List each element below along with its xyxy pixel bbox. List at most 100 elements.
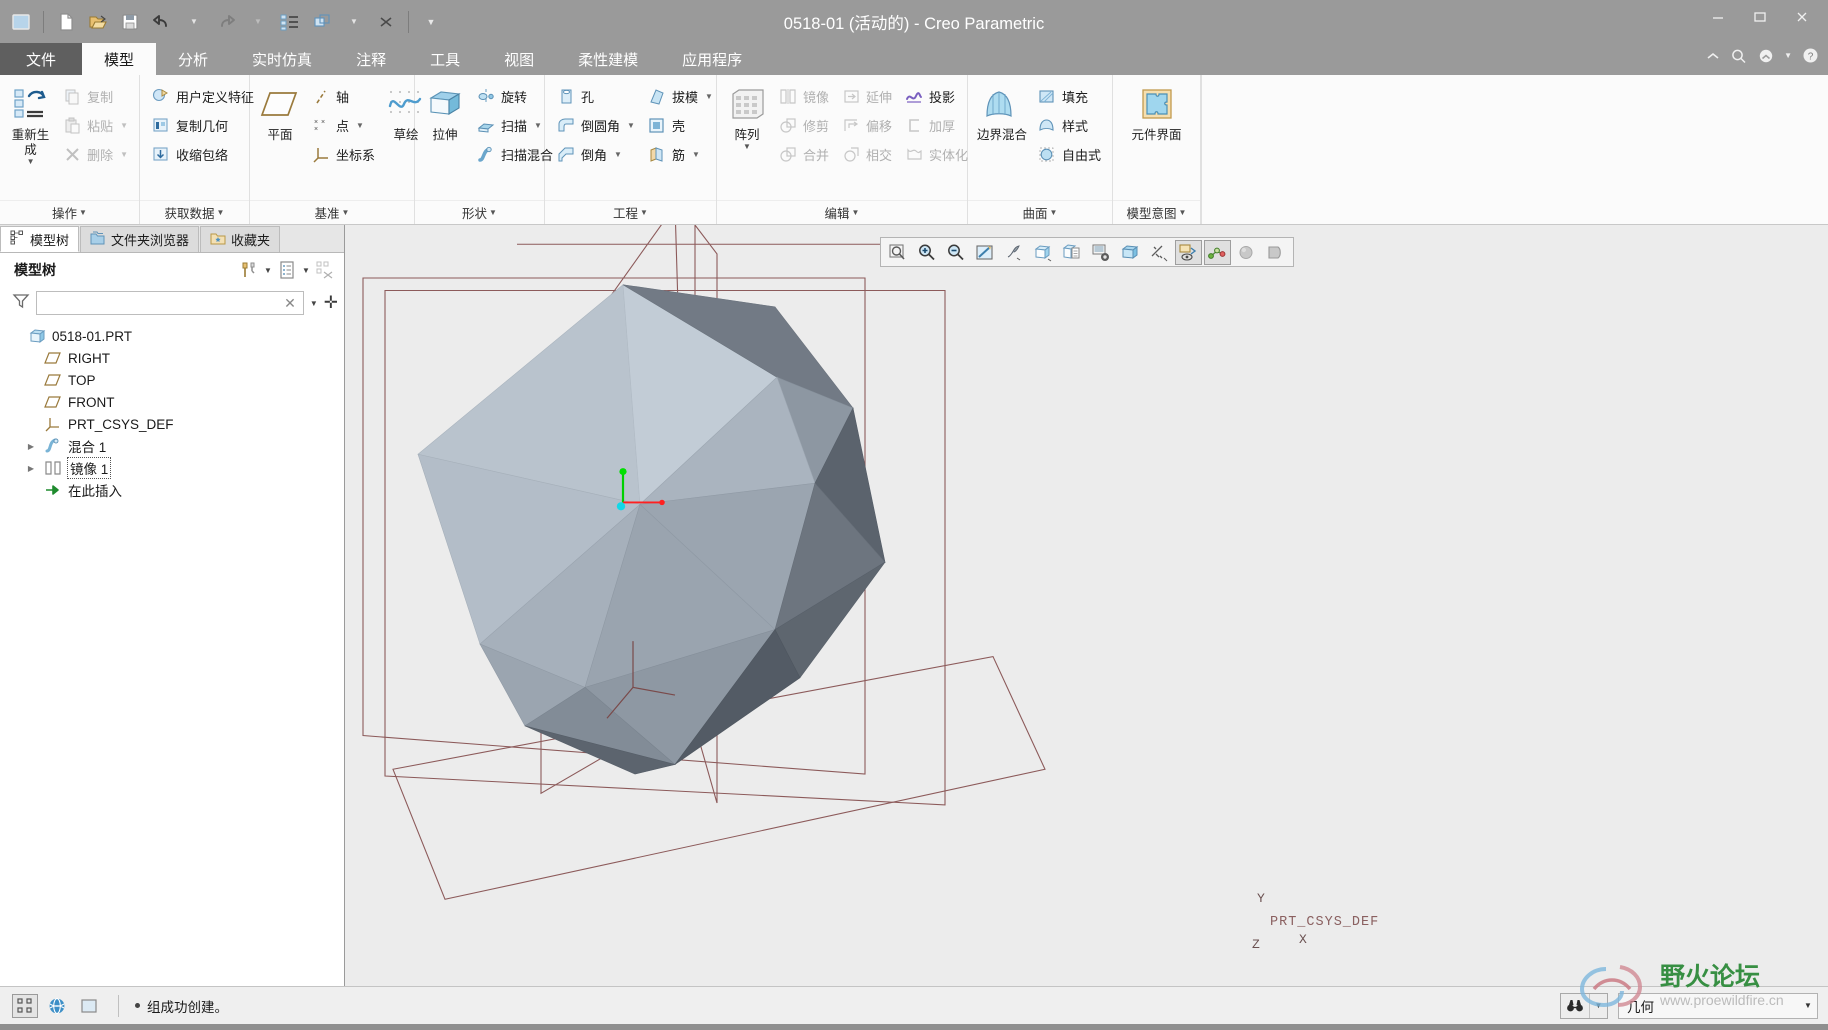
nav-tab-folder-browser[interactable]: 文件夹浏览器 bbox=[80, 226, 199, 252]
display-style-icon[interactable] bbox=[1117, 240, 1144, 265]
draft-button[interactable]: 拔模 ▼ bbox=[642, 82, 718, 110]
filter-add-icon[interactable]: ✛ bbox=[324, 297, 338, 309]
undo-icon[interactable] bbox=[147, 7, 177, 37]
model-3d-scene[interactable] bbox=[345, 225, 1828, 986]
close-button[interactable] bbox=[1782, 4, 1822, 30]
tab-flexible-modeling[interactable]: 柔性建模 bbox=[556, 43, 660, 75]
tree-row-insert-here[interactable]: 在此插入 bbox=[0, 479, 344, 501]
account-caret[interactable]: ▼ bbox=[1784, 51, 1792, 60]
account-icon[interactable] bbox=[1757, 48, 1775, 64]
style-button[interactable]: 样式 bbox=[1032, 111, 1106, 139]
udf-button[interactable]: 用户定义特征 bbox=[146, 82, 259, 110]
tree-row-csys[interactable]: PRT_CSYS_DEF bbox=[0, 413, 344, 435]
twisty[interactable]: ▶ bbox=[24, 442, 38, 451]
ribbon-group-shapes-label[interactable]: 形状 ▼ bbox=[415, 200, 544, 224]
extend-button[interactable]: 延伸 bbox=[836, 82, 897, 110]
undo-caret[interactable]: ▼ bbox=[179, 7, 209, 37]
rib-button[interactable]: 筋 ▼ bbox=[642, 140, 718, 168]
web-browser-icon[interactable] bbox=[44, 994, 70, 1018]
pattern-button[interactable]: 阵列 ▼ bbox=[723, 81, 771, 153]
hole-button[interactable]: 孔 bbox=[551, 82, 640, 110]
offset-button[interactable]: 偏移 bbox=[836, 111, 897, 139]
draft-dropdown-caret[interactable]: ▼ bbox=[705, 92, 713, 101]
group-expand-caret[interactable]: ▼ bbox=[79, 208, 87, 217]
delete-dropdown-caret[interactable]: ▼ bbox=[120, 150, 128, 159]
chamfer-dropdown-caret[interactable]: ▼ bbox=[614, 150, 622, 159]
paste-button[interactable]: 粘贴 ▼ bbox=[57, 111, 133, 139]
tab-live-simulation[interactable]: 实时仿真 bbox=[230, 43, 334, 75]
merge-button[interactable]: 合并 bbox=[773, 140, 834, 168]
ribbon-group-surfaces-label[interactable]: 曲面 ▼ bbox=[968, 200, 1112, 224]
paste-dropdown-caret[interactable]: ▼ bbox=[120, 121, 128, 130]
graphics-viewport[interactable]: Y PRT_CSYS_DEF X Z bbox=[345, 225, 1828, 986]
filter-caret[interactable]: ▼ bbox=[310, 299, 318, 308]
fill-button[interactable]: 填充 bbox=[1032, 82, 1106, 110]
ribbon-group-model-intent-label[interactable]: 模型意图 ▼ bbox=[1113, 200, 1200, 224]
spin-center-icon[interactable] bbox=[1001, 240, 1028, 265]
tab-view[interactable]: 视图 bbox=[482, 43, 556, 75]
tree-row-top-plane[interactable]: TOP bbox=[0, 369, 344, 391]
navigator-icon[interactable] bbox=[76, 994, 102, 1018]
chamfer-button[interactable]: 倒角 ▼ bbox=[551, 140, 640, 168]
binoculars-icon[interactable] bbox=[1561, 994, 1589, 1018]
datum-display-filters-icon[interactable] bbox=[1146, 240, 1173, 265]
tree-filter-input-wrapper[interactable]: ✕ bbox=[36, 291, 304, 315]
saved-views-icon[interactable] bbox=[1059, 240, 1086, 265]
app-icon[interactable] bbox=[6, 7, 36, 37]
selection-filter-dropdown[interactable]: 几何 ▼ bbox=[1618, 993, 1818, 1019]
selection-filter-icon[interactable] bbox=[12, 994, 38, 1018]
delete-button[interactable]: 删除 ▼ bbox=[57, 140, 133, 168]
tree-row-blend-feature[interactable]: ▶ 混合 1 bbox=[0, 435, 344, 457]
view-orientation-icon[interactable] bbox=[1030, 240, 1057, 265]
regenerate-caret[interactable]: ▼ bbox=[27, 158, 35, 166]
tree-settings-icon[interactable] bbox=[236, 258, 262, 282]
nav-tab-favorites[interactable]: 收藏夹 bbox=[200, 226, 280, 252]
tree-filter-input[interactable] bbox=[41, 296, 281, 311]
view-manager-icon[interactable] bbox=[1088, 240, 1115, 265]
round-dropdown-caret[interactable]: ▼ bbox=[627, 121, 635, 130]
project-button[interactable]: 投影 bbox=[899, 82, 973, 110]
window-icon[interactable] bbox=[307, 7, 337, 37]
zoom-in-icon[interactable] bbox=[914, 240, 941, 265]
shrinkwrap-button[interactable]: 收缩包络 bbox=[146, 140, 259, 168]
save-icon[interactable] bbox=[115, 7, 145, 37]
copy-button[interactable]: 复制 bbox=[57, 82, 133, 110]
filter-icon[interactable] bbox=[12, 292, 30, 315]
search-icon[interactable] bbox=[1730, 48, 1748, 64]
ribbon-group-editing-label[interactable]: 编辑 ▼ bbox=[717, 200, 967, 224]
maximize-button[interactable] bbox=[1740, 4, 1780, 30]
freestyle-button[interactable]: 自由式 bbox=[1032, 140, 1106, 168]
extrude-button[interactable]: 拉伸 bbox=[421, 81, 469, 145]
regenerate-button[interactable]: 重新生成 ▼ bbox=[6, 81, 55, 168]
perspective-view-icon[interactable] bbox=[1262, 240, 1289, 265]
group-expand-caret[interactable]: ▼ bbox=[1179, 208, 1187, 217]
solidify-button[interactable]: 实体化 bbox=[899, 140, 973, 168]
datum-point-button[interactable]: ××× 点 ▼ bbox=[306, 111, 380, 139]
tree-columns-caret[interactable]: ▼ bbox=[300, 266, 312, 275]
round-button[interactable]: 倒圆角 ▼ bbox=[551, 111, 640, 139]
intersect-button[interactable]: 相交 bbox=[836, 140, 897, 168]
tab-annotate[interactable]: 注释 bbox=[334, 43, 408, 75]
tree-row-part[interactable]: 0518-01.PRT bbox=[0, 325, 344, 347]
nav-tab-model-tree[interactable]: 模型树 bbox=[0, 226, 79, 252]
ribbon-group-engineering-label[interactable]: 工程 ▼ bbox=[545, 200, 716, 224]
new-icon[interactable] bbox=[51, 7, 81, 37]
thicken-button[interactable]: 加厚 bbox=[899, 111, 973, 139]
qat-caret[interactable]: ▼ bbox=[416, 7, 446, 37]
datum-csys-button[interactable]: 坐标系 bbox=[306, 140, 380, 168]
group-expand-caret[interactable]: ▼ bbox=[217, 208, 225, 217]
spin-center-toggle-icon[interactable] bbox=[1204, 240, 1231, 265]
group-expand-caret[interactable]: ▼ bbox=[852, 208, 860, 217]
help-icon[interactable]: ? bbox=[1801, 47, 1820, 64]
tab-applications[interactable]: 应用程序 bbox=[660, 43, 764, 75]
zoom-out-icon[interactable] bbox=[943, 240, 970, 265]
collapse-ribbon-caret[interactable] bbox=[1705, 49, 1721, 63]
datum-plane-button[interactable]: 平面 bbox=[256, 81, 304, 145]
close-window-icon[interactable] bbox=[371, 7, 401, 37]
open-icon[interactable] bbox=[83, 7, 113, 37]
appearance-gallery-icon[interactable] bbox=[1233, 240, 1260, 265]
rib-dropdown-caret[interactable]: ▼ bbox=[692, 150, 700, 159]
tab-tools[interactable]: 工具 bbox=[408, 43, 482, 75]
shell-button[interactable]: 壳 bbox=[642, 111, 718, 139]
sweep-dropdown-caret[interactable]: ▼ bbox=[534, 121, 542, 130]
